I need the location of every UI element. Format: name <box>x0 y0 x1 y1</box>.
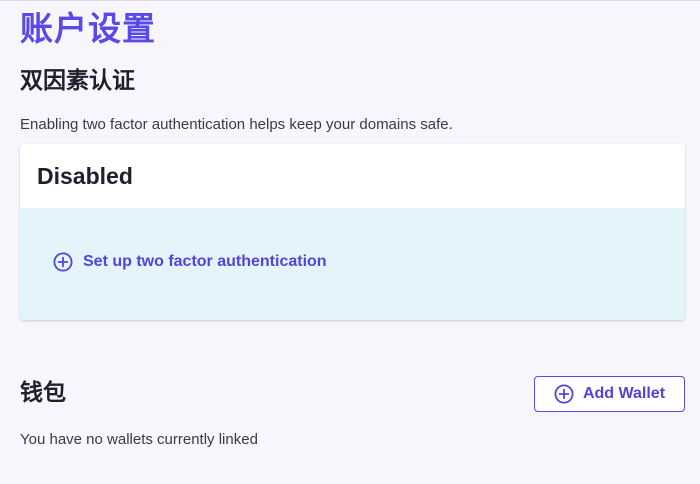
account-settings-page: 账户设置 双因素认证 Enabling two factor authentic… <box>0 0 700 484</box>
wallet-section-title: 钱包 <box>20 379 66 405</box>
plus-circle-icon <box>53 252 73 272</box>
add-wallet-button[interactable]: Add Wallet <box>534 376 685 412</box>
setup-two-factor-label: Set up two factor authentication <box>83 253 327 270</box>
two-factor-status: Disabled <box>37 162 133 189</box>
page-title: 账户设置 <box>20 10 156 47</box>
add-wallet-label: Add Wallet <box>582 385 666 402</box>
two-factor-card-body: Set up two factor authentication <box>20 208 685 320</box>
two-factor-description: Enabling two factor authentication helps… <box>20 116 453 133</box>
two-factor-section-title: 双因素认证 <box>20 67 135 93</box>
two-factor-card-header: Disabled <box>20 144 685 208</box>
wallet-empty-text: You have no wallets currently linked <box>20 431 258 448</box>
setup-two-factor-link[interactable]: Set up two factor authentication <box>53 252 327 272</box>
two-factor-card: Disabled Set up two factor authenticatio… <box>20 144 685 320</box>
plus-circle-icon <box>554 384 574 404</box>
